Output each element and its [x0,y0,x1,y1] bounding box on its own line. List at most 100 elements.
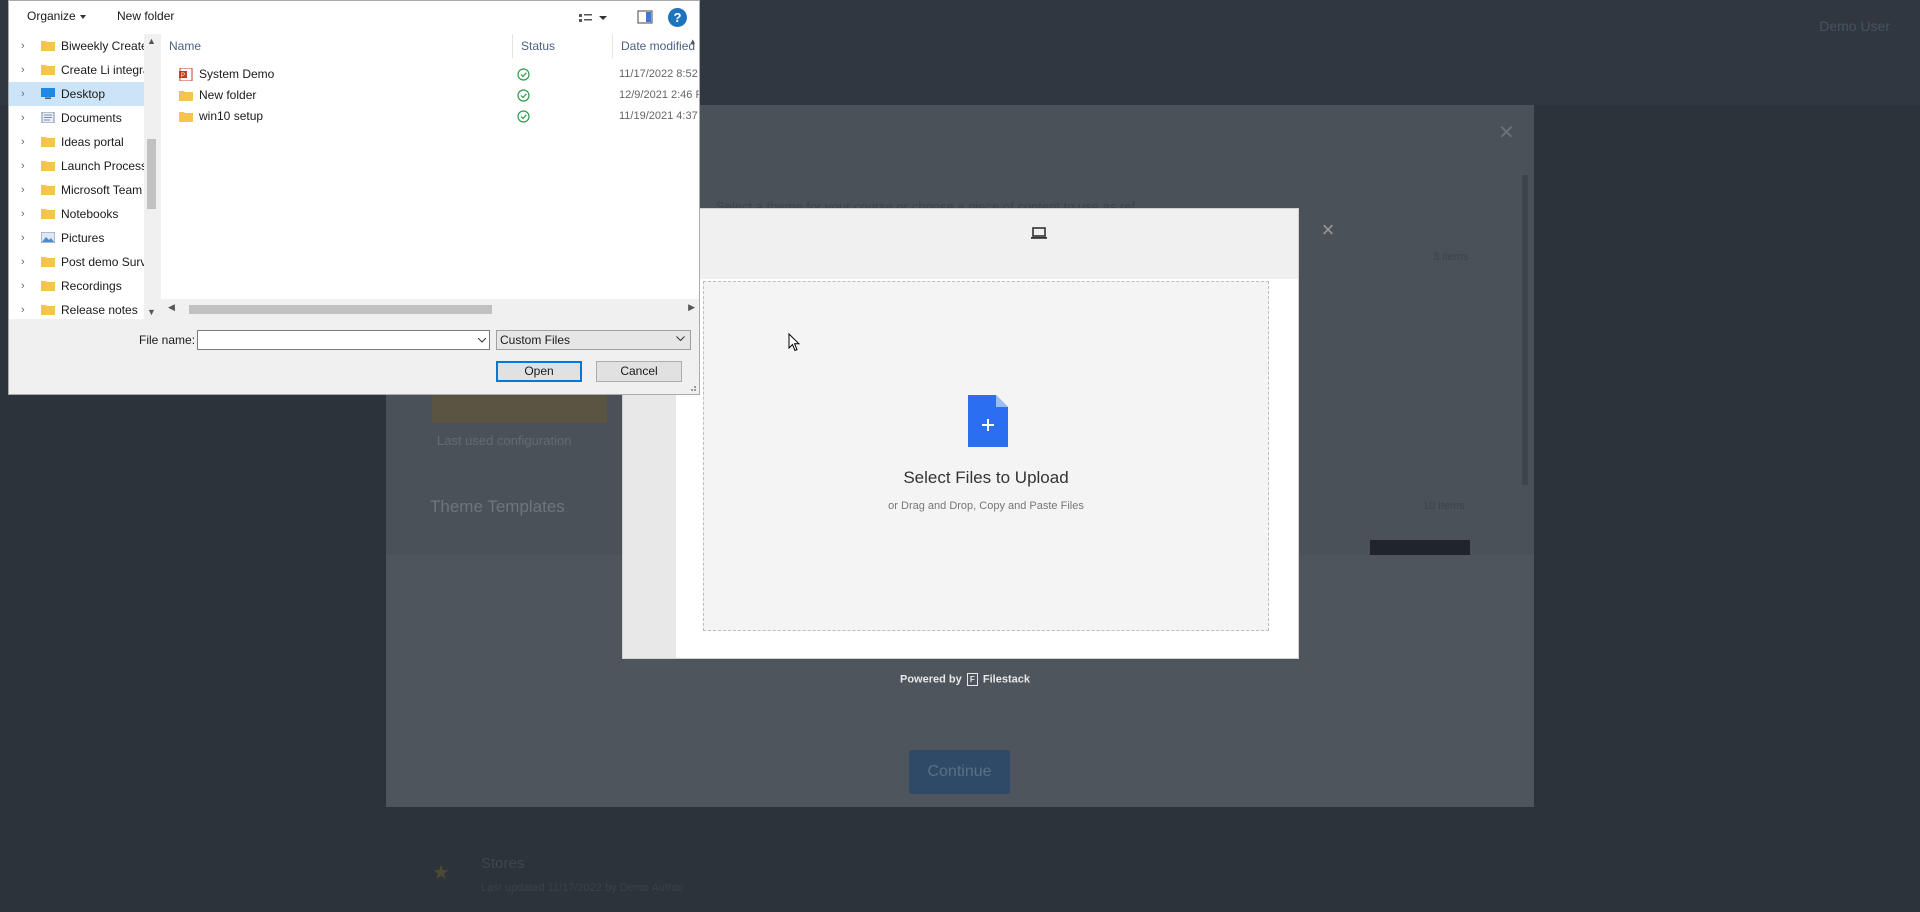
column-header-status[interactable]: Status [513,34,613,58]
nav-item-notebooks[interactable]: › Notebooks [9,202,151,226]
synced-status-icon [517,68,530,81]
powered-by-filestack: Powered by F Filestack [900,673,1030,686]
continue-button[interactable]: Continue [909,750,1010,794]
preview-pane-icon[interactable] [637,9,653,25]
expand-chevron-icon[interactable]: › [21,34,25,58]
background-footer-subtitle: Last updated 11/17/2022 by Demo Author [481,882,684,894]
file-type-select[interactable]: Custom Files [496,330,691,350]
open-button[interactable]: Open [496,361,582,382]
file-date-modified: 12/9/2021 2:46 PM [619,89,699,101]
file-list: Name Status Date modified ▴ P System Dem… [161,34,699,319]
file-row[interactable]: win10 setup 11/19/2021 4:37 P [161,106,699,127]
nav-item-label: Microsoft Team [61,183,143,197]
file-name-label: File name: [139,333,196,347]
open-file-dialog: Organize New folder ? › Biweekly Create … [8,0,700,395]
file-row[interactable]: P System Demo 11/17/2022 8:52 A [161,64,699,85]
expand-chevron-icon[interactable]: › [21,154,25,178]
nav-item-label: Pictures [61,231,105,245]
folder-icon [41,161,55,171]
filestack-logo-icon: F [966,673,978,686]
scroll-down-icon[interactable]: ▼ [147,307,156,317]
picker-close-icon[interactable]: × [1319,219,1337,241]
nav-item-create-li-integra[interactable]: › Create Li integra [9,58,151,82]
change-view-icon[interactable] [579,10,609,26]
navigation-pane: › Biweekly Create › Create Li integra › … [9,34,159,319]
expand-chevron-icon[interactable]: › [21,178,25,202]
powered-by-brand: Filestack [982,673,1030,686]
nav-item-microsoft-team[interactable]: › Microsoft Team [9,178,151,202]
expand-chevron-icon[interactable]: › [21,106,25,130]
powerpoint-file-icon: P [179,68,193,81]
nav-item-label: Documents [61,111,122,125]
drop-zone-subtitle: or Drag and Drop, Copy and Paste Files [888,500,1084,512]
drop-zone-title: Select Files to Upload [903,468,1069,487]
organize-label: Organize [27,9,76,23]
expand-chevron-icon[interactable]: › [21,202,25,226]
nav-item-label: Release notes [61,303,138,317]
expand-chevron-icon[interactable]: › [21,298,25,319]
documents-icon [41,112,55,123]
star-icon: ★ [432,862,450,884]
nav-item-pictures[interactable]: › Pictures [9,226,151,250]
cancel-button[interactable]: Cancel [596,361,682,382]
nav-item-post-demo-surv[interactable]: › Post demo Surv [9,250,151,274]
nav-item-label: Biweekly Create [61,39,148,53]
file-row[interactable]: New folder 12/9/2021 2:46 PM [161,85,699,106]
folder-icon [41,65,55,75]
nav-item-launch-process[interactable]: › Launch Process [9,154,151,178]
background-theme-templates-count: 10 items [1423,500,1465,512]
expand-chevron-icon[interactable]: › [21,82,25,106]
folder-icon [41,209,55,219]
dialog-toolbar: Organize New folder ? [9,1,699,34]
expand-chevron-icon[interactable]: › [21,226,25,250]
scroll-left-icon[interactable]: ◀ [168,302,175,313]
scroll-up-icon[interactable]: ▲ [147,36,156,46]
scrollbar-thumb[interactable] [147,139,156,209]
nav-item-biweekly-create[interactable]: › Biweekly Create [9,34,151,58]
folder-icon [41,137,55,147]
help-icon[interactable]: ? [668,8,687,27]
folder-icon [41,257,55,267]
background-scrollbar [1522,175,1528,485]
nav-scrollbar[interactable]: ▲ ▼ [144,34,159,319]
folder-icon [41,185,55,195]
nav-item-label: Recordings [61,279,122,293]
nav-item-documents[interactable]: › Documents [9,106,151,130]
organize-button[interactable]: Organize [27,9,86,23]
file-name: System Demo [199,67,275,81]
expand-chevron-icon[interactable]: › [21,130,25,154]
nav-item-desktop[interactable]: › Desktop [9,82,151,106]
column-header-date-modified[interactable]: Date modified [613,34,699,58]
expand-chevron-icon[interactable]: › [21,274,25,298]
svg-text:P: P [181,73,185,79]
nav-item-ideas-portal[interactable]: › Ideas portal [9,130,151,154]
background-user-label: Demo User [1819,18,1890,34]
nav-item-label: Create Li integra [61,63,150,77]
nav-item-label: Notebooks [61,207,119,221]
folder-icon [41,281,55,291]
scrollbar-thumb[interactable] [189,305,492,314]
synced-status-icon [517,89,530,102]
column-header-name[interactable]: Name [161,34,513,58]
expand-chevron-icon[interactable]: › [21,250,25,274]
file-upload-icon [968,395,1008,447]
nav-item-label: Launch Process [61,159,148,173]
synced-status-icon [517,110,530,123]
background-close-icon: ✕ [1498,122,1515,144]
background-template-thumbnail [1370,540,1470,555]
file-name-input[interactable] [197,330,490,350]
file-name-dropdown-icon[interactable] [478,338,486,343]
background-last-used-label: Last used configuration [437,433,572,448]
scroll-right-icon[interactable]: ▶ [688,302,695,313]
file-list-horizontal-scrollbar[interactable]: ◀ ▶ [161,299,699,319]
expand-chevron-icon[interactable]: › [21,58,25,82]
new-folder-button[interactable]: New folder [117,9,174,23]
nav-item-recordings[interactable]: › Recordings [9,274,151,298]
folder-icon [41,41,55,51]
background-items-count: 3 items [1433,251,1469,263]
resize-grip-icon[interactable] [687,382,697,392]
folder-icon [179,91,193,101]
scroll-up-icon[interactable]: ▴ [690,36,695,47]
nav-item-release-notes[interactable]: › Release notes [9,298,151,319]
nav-item-label: Desktop [61,87,106,101]
